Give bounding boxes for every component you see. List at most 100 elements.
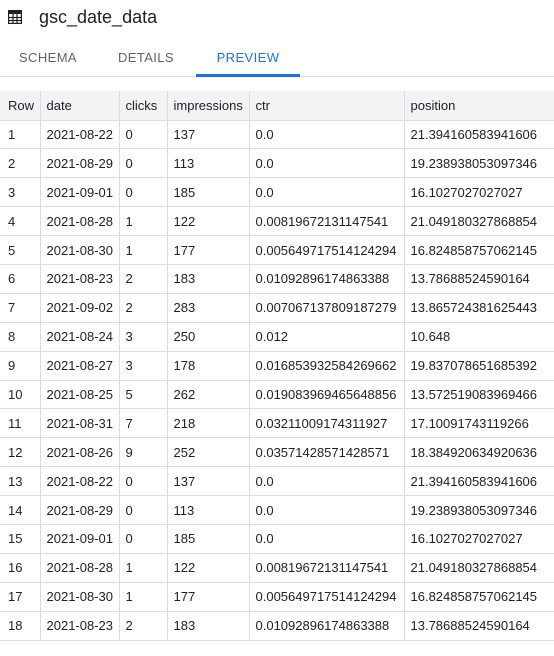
date-cell[interactable]: 2021-08-23 <box>40 611 120 641</box>
clicks-cell[interactable]: 3 <box>119 322 168 352</box>
ctr-cell[interactable]: 0.0 <box>249 177 405 208</box>
date-cell[interactable]: 2021-08-27 <box>40 351 120 381</box>
impressions-cell[interactable]: 252 <box>167 437 250 468</box>
position-cell[interactable]: 21.394160583941606 <box>404 466 554 497</box>
row-number-cell[interactable]: 11 <box>0 408 41 439</box>
date-cell[interactable]: 2021-08-22 <box>40 120 120 150</box>
ctr-cell[interactable]: 0.00819672131147541 <box>249 553 405 583</box>
tab-details[interactable]: DETAILS <box>96 34 196 76</box>
date-cell[interactable]: 2021-08-28 <box>40 206 120 237</box>
ctr-cell[interactable]: 0.0 <box>249 495 405 525</box>
clicks-cell[interactable]: 1 <box>119 582 168 612</box>
column-header-position[interactable]: position <box>404 91 554 121</box>
impressions-cell[interactable]: 283 <box>167 293 250 323</box>
row-number-cell[interactable]: 5 <box>0 235 41 265</box>
date-cell[interactable]: 2021-09-01 <box>40 524 120 554</box>
impressions-cell[interactable]: 177 <box>167 235 250 265</box>
impressions-cell[interactable]: 250 <box>167 322 250 352</box>
clicks-cell[interactable]: 2 <box>119 611 168 641</box>
date-cell[interactable]: 2021-08-29 <box>40 495 120 525</box>
clicks-cell[interactable]: 1 <box>119 553 168 583</box>
impressions-cell[interactable]: 122 <box>167 553 250 583</box>
impressions-cell[interactable]: 185 <box>167 524 250 554</box>
ctr-cell[interactable]: 0.007067137809187279 <box>249 293 405 323</box>
clicks-cell[interactable]: 0 <box>119 495 168 525</box>
row-number-cell[interactable]: 4 <box>0 206 41 237</box>
row-number-cell[interactable]: 15 <box>0 524 41 554</box>
date-cell[interactable]: 2021-08-24 <box>40 322 120 352</box>
ctr-cell[interactable]: 0.01092896174863388 <box>249 264 405 294</box>
ctr-cell[interactable]: 0.0 <box>249 524 405 554</box>
position-cell[interactable]: 19.837078651685392 <box>404 351 554 381</box>
column-header-clicks[interactable]: clicks <box>119 91 168 121</box>
position-cell[interactable]: 16.824858757062145 <box>404 582 554 612</box>
row-number-cell[interactable]: 12 <box>0 437 41 468</box>
clicks-cell[interactable]: 3 <box>119 351 168 381</box>
row-number-cell[interactable]: 1 <box>0 120 41 150</box>
clicks-cell[interactable]: 7 <box>119 408 168 439</box>
impressions-cell[interactable]: 262 <box>167 380 250 410</box>
impressions-cell[interactable]: 113 <box>167 495 250 525</box>
ctr-cell[interactable]: 0.01092896174863388 <box>249 611 405 641</box>
date-cell[interactable]: 2021-08-29 <box>40 148 120 179</box>
ctr-cell[interactable]: 0.0 <box>249 120 405 150</box>
ctr-cell[interactable]: 0.03571428571428571 <box>249 437 405 468</box>
ctr-cell[interactable]: 0.03211009174311927 <box>249 408 405 439</box>
position-cell[interactable]: 19.238938053097346 <box>404 148 554 179</box>
impressions-cell[interactable]: 178 <box>167 351 250 381</box>
row-number-cell[interactable]: 18 <box>0 611 41 641</box>
impressions-cell[interactable]: 183 <box>167 611 250 641</box>
date-cell[interactable]: 2021-08-23 <box>40 264 120 294</box>
position-cell[interactable]: 16.824858757062145 <box>404 235 554 265</box>
row-number-cell[interactable]: 14 <box>0 495 41 525</box>
clicks-cell[interactable]: 2 <box>119 293 168 323</box>
position-cell[interactable]: 13.572519083969466 <box>404 380 554 410</box>
row-number-cell[interactable]: 2 <box>0 148 41 179</box>
date-cell[interactable]: 2021-08-30 <box>40 582 120 612</box>
clicks-cell[interactable]: 1 <box>119 235 168 265</box>
position-cell[interactable]: 13.78688524590164 <box>404 264 554 294</box>
ctr-cell[interactable]: 0.019083969465648856 <box>249 380 405 410</box>
impressions-cell[interactable]: 185 <box>167 177 250 208</box>
clicks-cell[interactable]: 1 <box>119 206 168 237</box>
position-cell[interactable]: 13.865724381625443 <box>404 293 554 323</box>
impressions-cell[interactable]: 137 <box>167 120 250 150</box>
column-header-impressions[interactable]: impressions <box>167 91 250 121</box>
row-number-cell[interactable]: 8 <box>0 322 41 352</box>
impressions-cell[interactable]: 218 <box>167 408 250 439</box>
clicks-cell[interactable]: 2 <box>119 264 168 294</box>
date-cell[interactable]: 2021-09-01 <box>40 177 120 208</box>
date-cell[interactable]: 2021-08-25 <box>40 380 120 410</box>
position-cell[interactable]: 21.049180327868854 <box>404 206 554 237</box>
row-number-cell[interactable]: 3 <box>0 177 41 208</box>
row-number-cell[interactable]: 9 <box>0 351 41 381</box>
clicks-cell[interactable]: 0 <box>119 177 168 208</box>
row-number-cell[interactable]: 10 <box>0 380 41 410</box>
date-cell[interactable]: 2021-08-26 <box>40 437 120 468</box>
row-number-cell[interactable]: 13 <box>0 466 41 497</box>
impressions-cell[interactable]: 177 <box>167 582 250 612</box>
row-number-cell[interactable]: 17 <box>0 582 41 612</box>
ctr-cell[interactable]: 0.0 <box>249 466 405 497</box>
date-cell[interactable]: 2021-08-31 <box>40 408 120 439</box>
date-cell[interactable]: 2021-08-28 <box>40 553 120 583</box>
date-cell[interactable]: 2021-08-30 <box>40 235 120 265</box>
column-header-ctr[interactable]: ctr <box>249 91 405 121</box>
tab-schema[interactable]: SCHEMA <box>0 34 96 76</box>
clicks-cell[interactable]: 9 <box>119 437 168 468</box>
row-number-cell[interactable]: 6 <box>0 264 41 294</box>
ctr-cell[interactable]: 0.005649717514124294 <box>249 582 405 612</box>
column-header-date[interactable]: date <box>40 91 120 121</box>
column-header-row[interactable]: Row <box>0 91 41 121</box>
position-cell[interactable]: 18.384920634920636 <box>404 437 554 468</box>
tab-preview[interactable]: PREVIEW <box>196 34 300 77</box>
position-cell[interactable]: 10.648 <box>404 322 554 352</box>
ctr-cell[interactable]: 0.016853932584269662 <box>249 351 405 381</box>
position-cell[interactable]: 16.1027027027027 <box>404 177 554 208</box>
date-cell[interactable]: 2021-09-02 <box>40 293 120 323</box>
clicks-cell[interactable]: 0 <box>119 524 168 554</box>
position-cell[interactable]: 21.049180327868854 <box>404 553 554 583</box>
clicks-cell[interactable]: 0 <box>119 120 168 150</box>
impressions-cell[interactable]: 137 <box>167 466 250 497</box>
row-number-cell[interactable]: 16 <box>0 553 41 583</box>
